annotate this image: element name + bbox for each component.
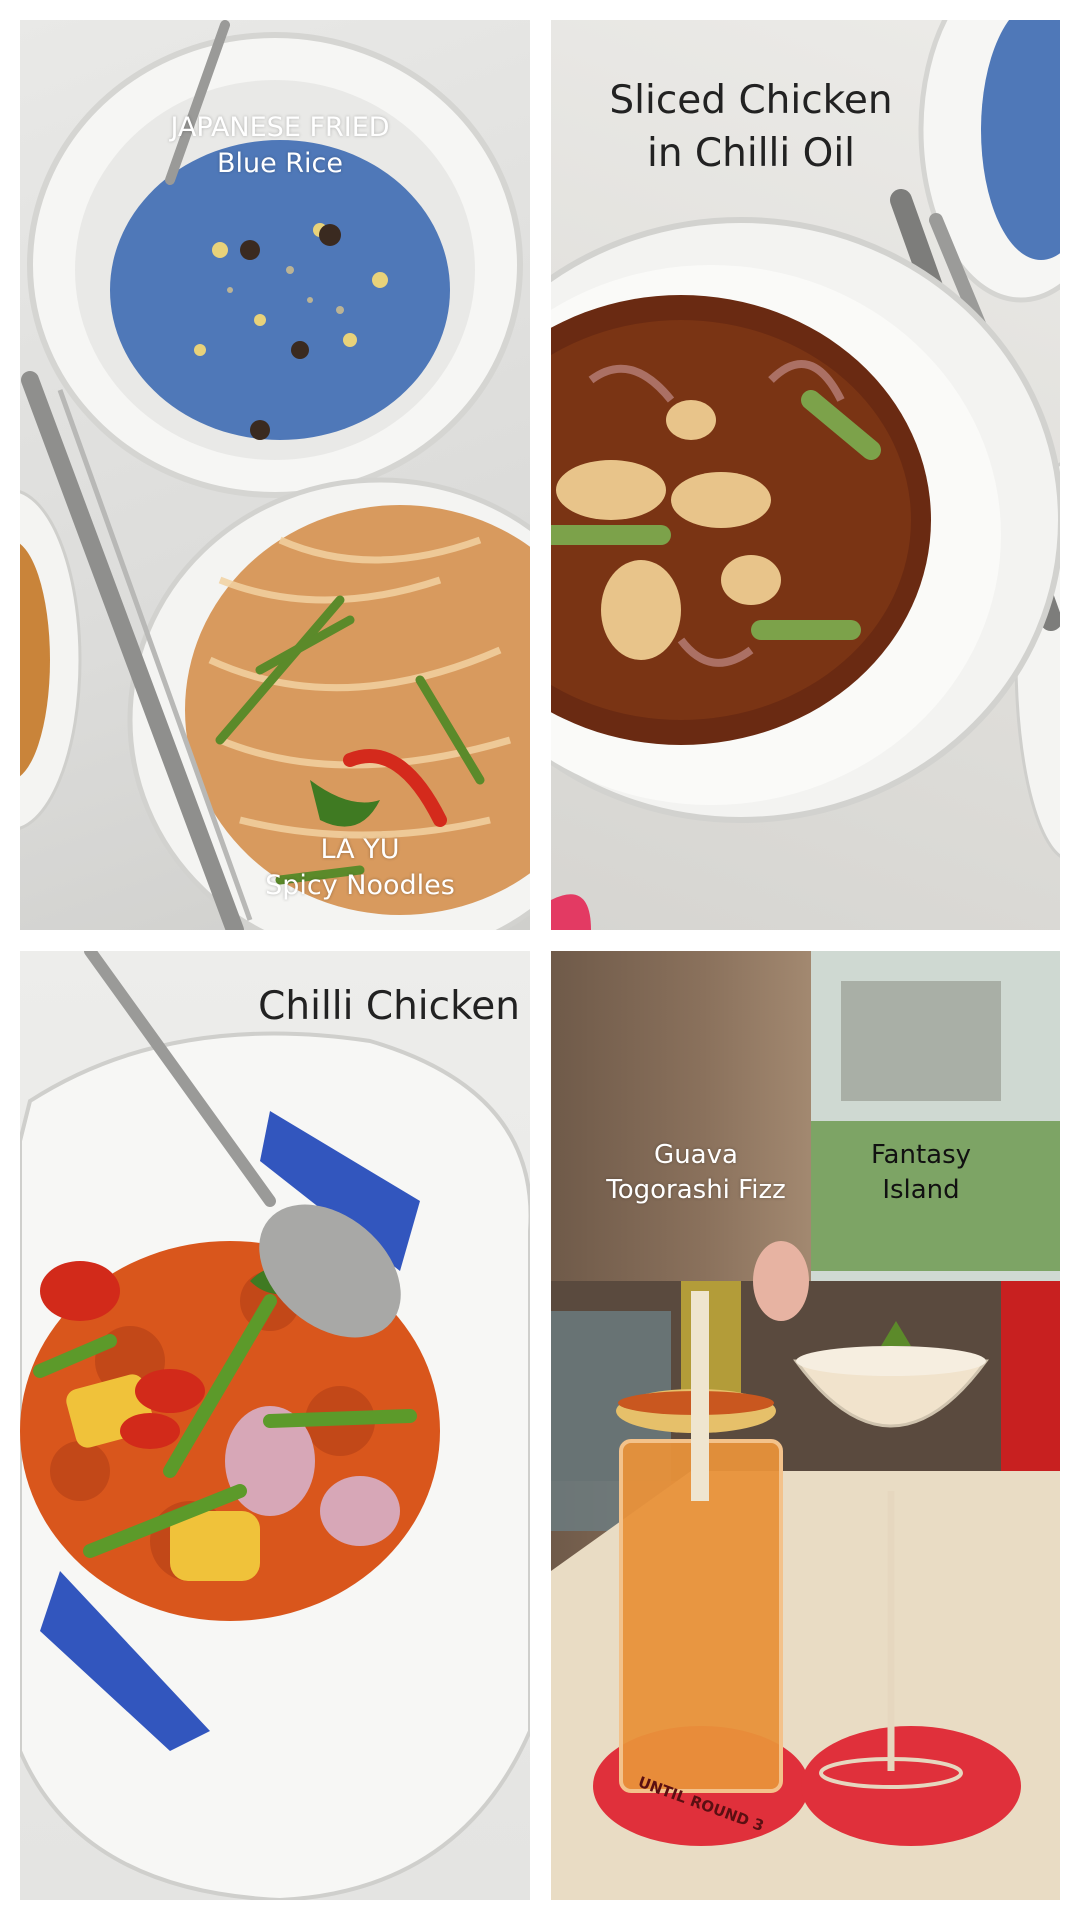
caption-chilli-chicken: Chilli Chicken <box>258 984 520 1029</box>
caption-blue-rice: JAPANESE FRIED Blue Rice <box>170 112 390 180</box>
photo-sliced-chicken: Sliced Chicken in Chilli Oil <box>551 20 1060 930</box>
blue-rice <box>110 140 450 440</box>
food-photo-3 <box>20 951 530 1900</box>
caption-fantasy-island: Fantasy Island <box>870 1140 972 1206</box>
photo-chilli-chicken: Chilli Chicken <box>20 951 530 1900</box>
photo-blue-rice-and-noodles: JAPANESE FRIED Blue Rice LA YU Spicy Noo… <box>20 20 530 930</box>
caption-sliced-chicken: Sliced Chicken in Chilli Oil <box>609 78 893 176</box>
food-photo-4 <box>551 951 1060 1900</box>
caption-spicy-noodles: LA YU Spicy Noodles <box>265 834 455 902</box>
caption-guava-fizz: Guava Togorashi Fizz <box>606 1140 786 1206</box>
photo-drinks: UNTIL ROUND 3 Guava Togorashi Fizz Fanta… <box>551 951 1060 1900</box>
